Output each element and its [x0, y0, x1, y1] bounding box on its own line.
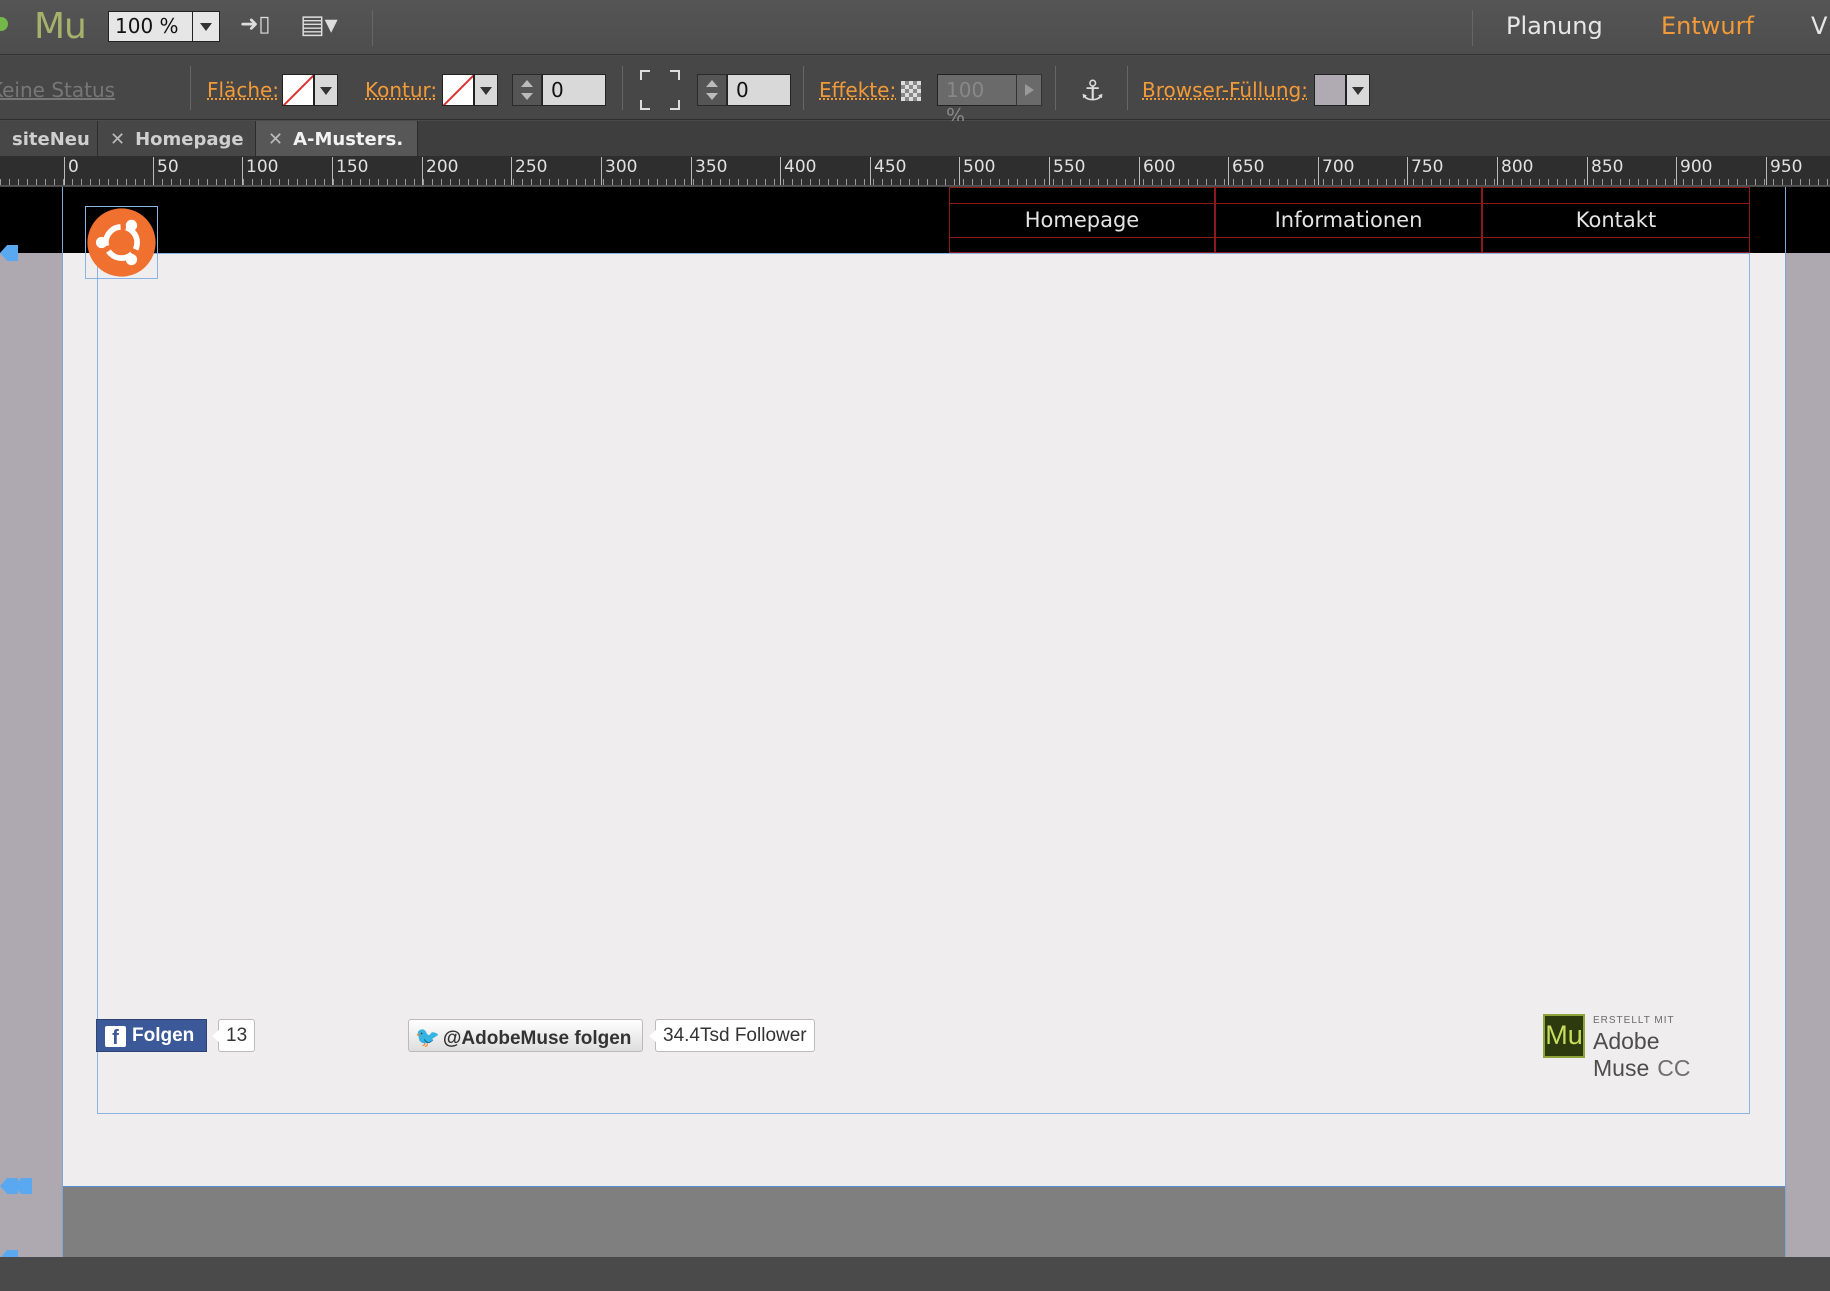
tab-label: A-Musters. [293, 129, 404, 150]
mode-tab-vorschau[interactable]: V [1811, 12, 1827, 40]
mode-tab-planung[interactable]: Planung [1506, 12, 1603, 40]
toolbar-divider [372, 10, 373, 46]
tab-a-master[interactable]: ✕ A-Musters. [256, 121, 418, 156]
ruler-label: 400 [780, 157, 816, 185]
corner-radius-field[interactable]: 0 [727, 74, 791, 106]
control-divider [622, 66, 623, 110]
facebook-icon: f [105, 1026, 126, 1049]
tab-label: siteNeu [12, 129, 90, 150]
ruler-label: 700 [1318, 157, 1354, 185]
ruler-label: 200 [422, 157, 458, 185]
page-arrow-icon[interactable]: ➜▯ [240, 12, 271, 37]
facebook-follow-label: Folgen [132, 1025, 195, 1046]
page-edge-guide [62, 187, 63, 1257]
effects-label[interactable]: Effekte: [819, 78, 896, 102]
corner-radius-icon[interactable] [640, 70, 680, 110]
badge-caption: ERSTELLT MIT [1593, 1015, 1675, 1026]
close-icon[interactable]: ✕ [268, 129, 283, 150]
facebook-follow-button[interactable]: f Folgen [96, 1019, 207, 1052]
stroke-color-swatch[interactable] [442, 74, 474, 106]
toolbar-divider [1472, 10, 1473, 46]
ruler-label: 0 [64, 157, 79, 185]
browser-preview-icon[interactable]: ▤▾ [300, 10, 338, 40]
mode-tab-entwurf[interactable]: Entwurf [1661, 12, 1754, 40]
state-status-label[interactable]: Keine Status [0, 78, 115, 102]
fill-color-swatch[interactable] [282, 74, 314, 106]
ruler-label: 650 [1228, 157, 1264, 185]
badge-title: Adobe Muse CC [1593, 1028, 1753, 1082]
content-guide-box [97, 253, 1750, 1114]
page-edge-guide [1785, 187, 1786, 1257]
browser-fill-label[interactable]: Browser-Füllung: [1142, 78, 1308, 102]
stroke-label[interactable]: Kontur: [365, 78, 437, 102]
close-icon[interactable]: ✕ [110, 129, 125, 150]
twitter-count-badge: 34.4Tsd Follower [649, 1019, 815, 1052]
app-bar: Mu 100 % ➜▯ ▤▾ Planung Entwurf V [0, 0, 1830, 55]
ruler-label: 250 [511, 157, 547, 185]
bottom-scroll-area[interactable] [0, 1257, 1830, 1291]
browser-fill-swatch[interactable] [1314, 74, 1346, 106]
ruler-label: 800 [1497, 157, 1533, 185]
document-tabs: siteNeu ✕ Homepage ✕ A-Musters. [0, 121, 1830, 156]
ruler-label: 550 [1049, 157, 1085, 185]
ruler-label: 350 [691, 157, 727, 185]
control-divider [803, 66, 804, 110]
control-divider [190, 66, 191, 110]
ruler-label: 300 [601, 157, 637, 185]
ruler-label: 450 [870, 157, 906, 185]
opacity-slider-button[interactable] [1016, 74, 1042, 106]
ruler-label: 950 [1766, 157, 1802, 185]
nav-button-kontakt[interactable]: Kontakt [1482, 187, 1750, 253]
ubuntu-logo-icon[interactable] [86, 207, 157, 278]
tab-siteneu[interactable]: siteNeu [0, 121, 98, 156]
control-divider [1127, 66, 1128, 110]
badge-product: Adobe Muse [1593, 1028, 1660, 1081]
ruler-label: 850 [1587, 157, 1623, 185]
nav-label: Informationen [1216, 203, 1481, 238]
fill-dropdown-button[interactable] [314, 74, 338, 106]
facebook-count-badge: 13 [211, 1019, 256, 1052]
twitter-follow-label: @AdobeMuse folgen [442, 1028, 632, 1049]
ruler-label: 50 [153, 157, 179, 185]
nav-label: Kontakt [1483, 203, 1749, 238]
page-footer[interactable] [62, 1186, 1785, 1258]
window-control-dot[interactable] [0, 17, 8, 31]
ruler-label: 750 [1407, 157, 1443, 185]
ruler-label: 100 [242, 157, 278, 185]
nav-button-homepage[interactable]: Homepage [949, 187, 1215, 253]
ruler-label: 150 [332, 157, 368, 185]
stroke-width-stepper[interactable] [512, 74, 542, 106]
ruler-label: 600 [1139, 157, 1175, 185]
opacity-field[interactable]: 100 % [937, 74, 1017, 128]
stroke-dropdown-button[interactable] [474, 74, 498, 106]
anchor-icon[interactable]: ⚓ [1080, 74, 1105, 107]
made-with-muse-badge[interactable]: Mu ERSTELLT MIT Adobe Muse CC [1543, 1014, 1753, 1081]
tab-label: Homepage [135, 129, 244, 150]
fill-label[interactable]: Fläche: [207, 78, 279, 102]
control-panel: Keine Status Fläche: Kontur: 0 0 Effekte… [0, 56, 1830, 128]
zoom-level-field[interactable]: 100 % [108, 11, 192, 42]
horizontal-ruler[interactable]: 0 50 100 150 200 250 300 350 400 450 500… [0, 156, 1830, 186]
stroke-width-field[interactable]: 0 [542, 74, 606, 106]
corner-radius-stepper[interactable] [697, 74, 727, 106]
badge-cc: CC [1657, 1055, 1691, 1081]
zoom-dropdown-button[interactable] [192, 11, 220, 42]
ruler-label: 500 [959, 157, 995, 185]
muse-logo: Mu [1543, 1014, 1585, 1058]
control-divider [1055, 66, 1056, 110]
twitter-bird-icon: 🐦 [415, 1027, 440, 1049]
nav-label: Homepage [950, 203, 1214, 238]
opacity-checker-icon [901, 81, 921, 101]
twitter-follow-button[interactable]: 🐦 @AdobeMuse folgen [408, 1019, 643, 1052]
ruler-label: 900 [1676, 157, 1712, 185]
browser-fill-dropdown-button[interactable] [1346, 74, 1370, 106]
tab-homepage[interactable]: ✕ Homepage [98, 121, 256, 156]
design-canvas[interactable]: Homepage Informationen Kontakt f Folgen 1… [0, 187, 1830, 1266]
app-logo: Mu [34, 6, 87, 47]
nav-button-informationen[interactable]: Informationen [1215, 187, 1482, 253]
